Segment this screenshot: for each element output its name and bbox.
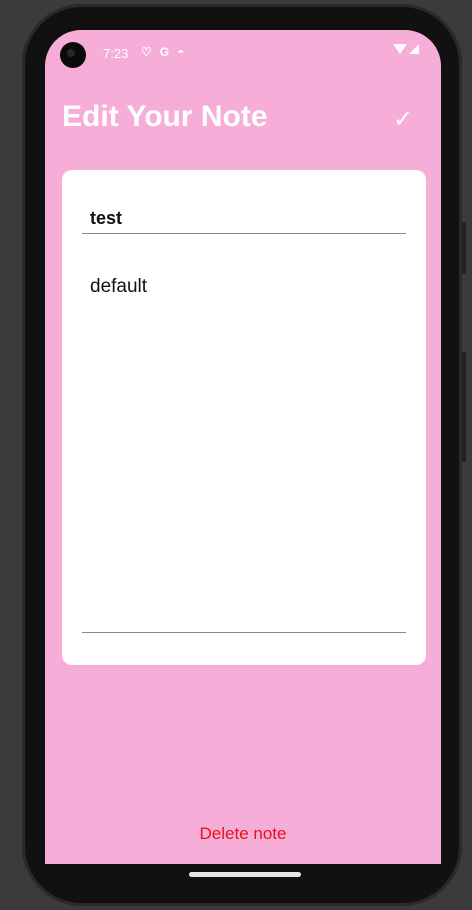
delete-note-button[interactable]: Delete note [45, 824, 441, 844]
wifi-icon [393, 44, 407, 54]
save-check-icon[interactable]: ✓ [387, 106, 419, 134]
home-indicator[interactable] [189, 872, 301, 877]
note-title-input[interactable] [82, 204, 406, 234]
signal-icon [409, 44, 419, 54]
note-card: default [62, 170, 426, 665]
status-bar: 7:23 ♡ G ◓ [45, 30, 441, 80]
shield-icon: ♡ [141, 45, 152, 59]
power-button [462, 222, 466, 274]
status-time: 7:23 [103, 46, 129, 61]
page-title: Edit Your Note [62, 100, 268, 133]
status-system-icons [393, 44, 419, 54]
note-body-input[interactable]: default [82, 270, 406, 633]
status-notification-icons: ♡ G ◓ [141, 45, 184, 59]
front-camera [60, 42, 86, 68]
volume-button [462, 352, 466, 462]
google-icon: G [159, 45, 170, 59]
navigation-bar [45, 864, 441, 888]
app-screen: 7:23 ♡ G ◓ Edit Your Note ✓ default Dele… [45, 30, 441, 864]
circle-icon: ◓ [177, 45, 185, 59]
